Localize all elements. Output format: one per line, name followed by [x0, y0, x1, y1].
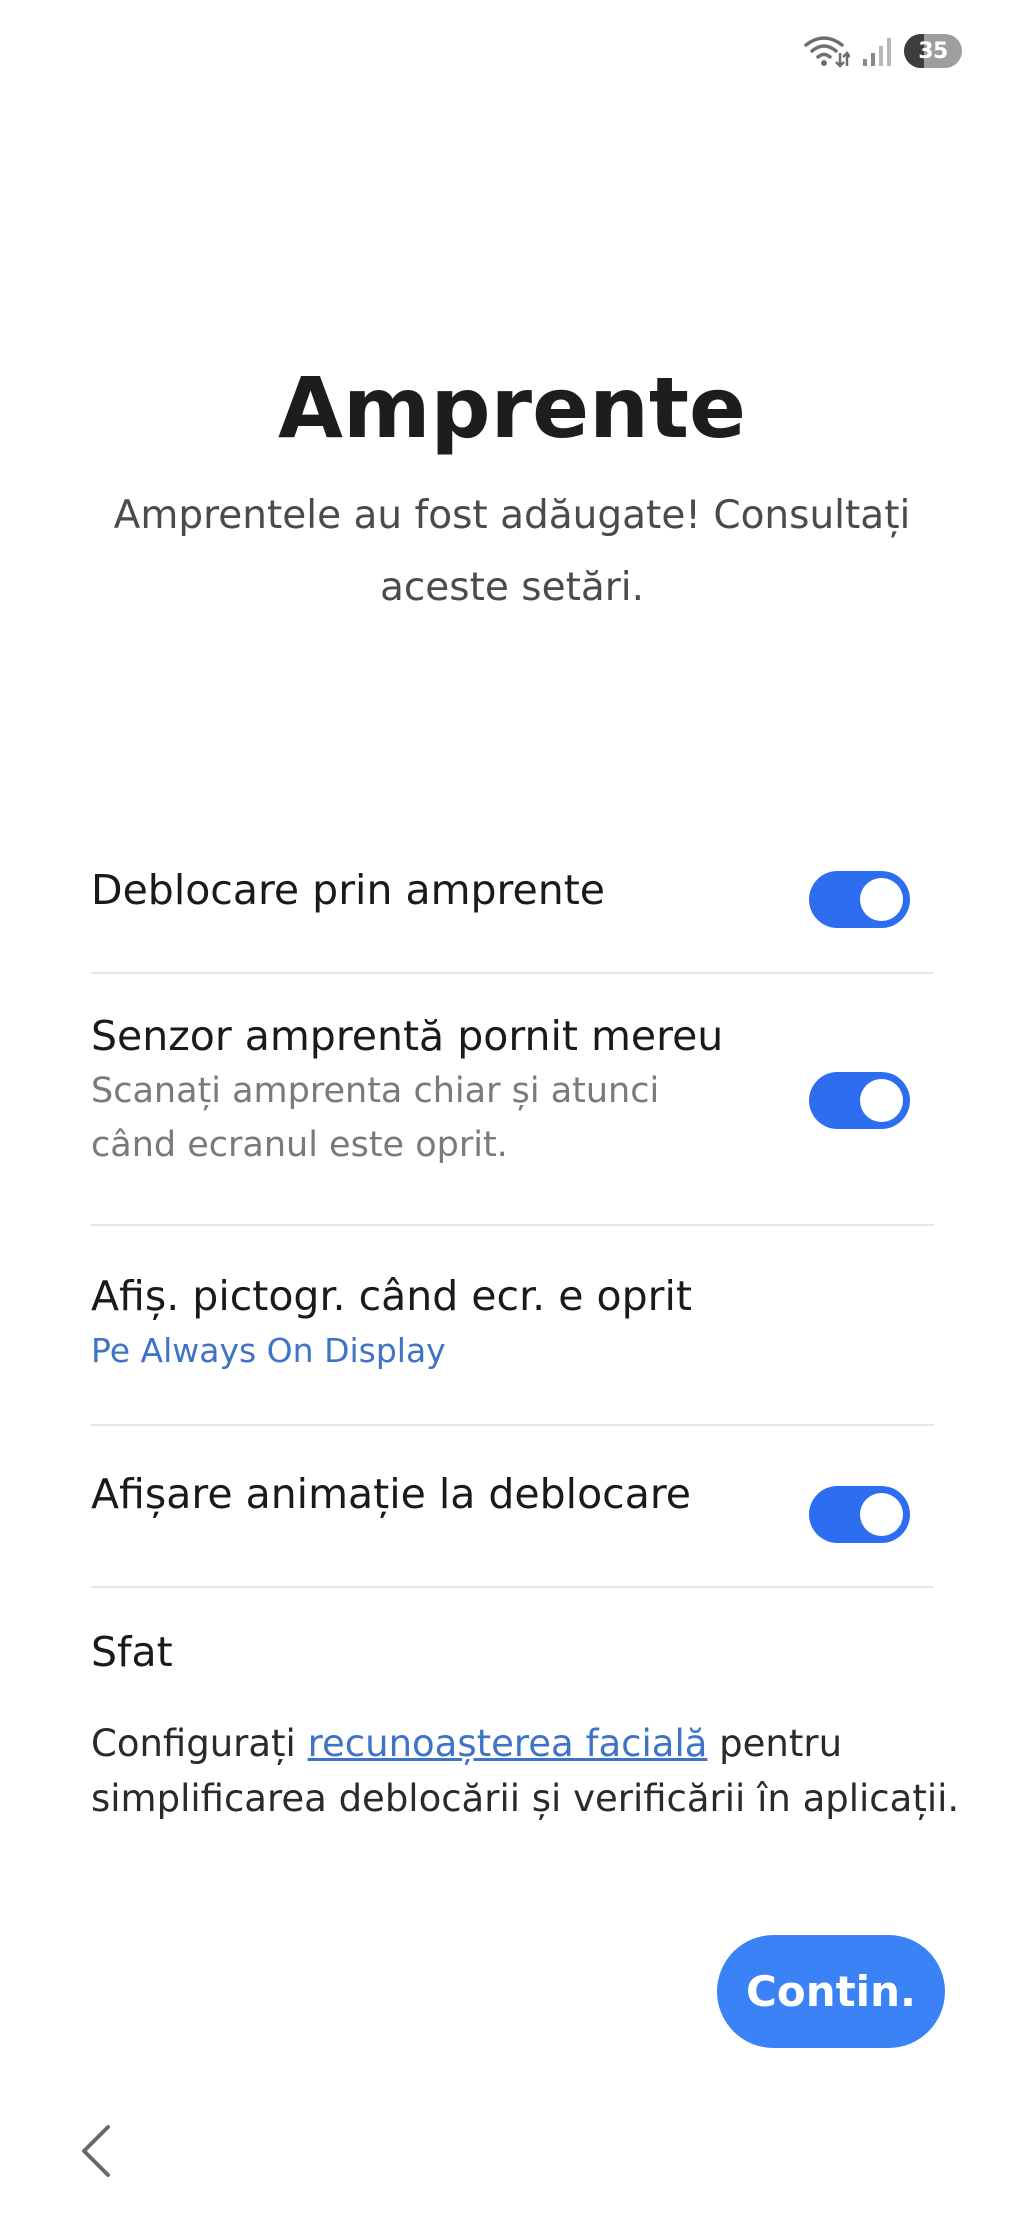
page-subtitle: Amprentele au fost adăugate! Consultați … [113, 493, 911, 610]
wifi-data-icon [804, 33, 850, 69]
setting-label: Deblocare prin amprente [91, 866, 606, 914]
setting-always-on-sensor[interactable]: Senzor amprentă pornit mereu Scanați amp… [91, 974, 934, 1226]
setting-label: Senzor amprentă pornit mereu [91, 1012, 724, 1060]
status-bar: 35 [804, 30, 962, 72]
battery-level: 35 [918, 38, 948, 64]
toggle-knob [860, 878, 903, 921]
setting-label: Afiș. pictogr. când ecr. e oprit [91, 1272, 692, 1320]
back-button[interactable] [66, 2118, 126, 2188]
battery-indicator: 35 [904, 34, 962, 68]
always-on-sensor-toggle[interactable] [809, 1072, 910, 1129]
toggle-knob [860, 1079, 903, 1122]
setting-unlock-animation[interactable]: Afișare animație la deblocare [91, 1426, 934, 1588]
setting-fingerprint-unlock[interactable]: Deblocare prin amprente [91, 840, 934, 974]
face-recognition-link[interactable]: recunoașterea facială [308, 1722, 708, 1765]
settings-list: Deblocare prin amprente Senzor amprentă … [91, 840, 934, 1588]
toggle-knob [860, 1493, 903, 1536]
setting-label: Afișare animație la deblocare [91, 1470, 692, 1518]
unlock-animation-toggle[interactable] [809, 1486, 910, 1543]
setting-description: Scanați amprenta chiar și atunci când ec… [91, 1071, 660, 1165]
tip-title: Sfat [91, 1628, 173, 1676]
fingerprint-unlock-toggle[interactable] [809, 871, 910, 928]
tip-text-before: Configurați [91, 1722, 308, 1765]
setting-show-icon-screen-off[interactable]: Afiș. pictogr. când ecr. e oprit Pe Alwa… [91, 1226, 934, 1426]
setting-value: Pe Always On Display [91, 1331, 446, 1370]
page-title: Amprente [278, 359, 746, 457]
continue-button[interactable]: Contin. [717, 1935, 945, 2048]
tip-text: Configurați recunoașterea facială pentru… [91, 1716, 971, 1826]
cell-signal-icon [862, 35, 892, 67]
chevron-left-icon [76, 2121, 116, 2185]
